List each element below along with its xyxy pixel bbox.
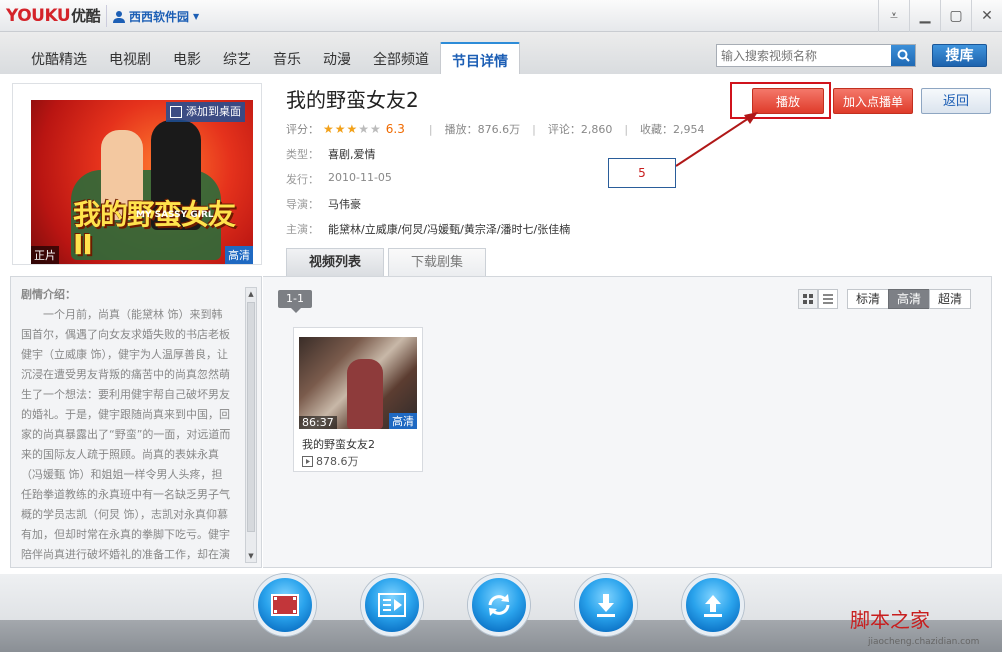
logo-text: YOUKU [6, 6, 71, 26]
quality-sd[interactable]: 标清 [847, 289, 890, 309]
menu-dropdown-button[interactable]: ⩡ [878, 0, 909, 32]
logo-cn: 优酷 [71, 7, 101, 25]
video-list-panel: 1-1 标清 高清 超清 86:37 高清 我的野蛮女友2 878.6万 [263, 276, 992, 568]
download-button[interactable] [575, 574, 637, 636]
search-button[interactable] [891, 45, 915, 66]
scroll-up-icon[interactable]: ▲ [246, 288, 256, 300]
youku-logo[interactable]: YOUKU优酷 [6, 5, 101, 26]
maximize-button[interactable]: ▢ [940, 0, 971, 32]
tab-anime[interactable]: 动漫 [312, 40, 362, 74]
soku-button[interactable]: 搜库 [932, 44, 987, 67]
upload-icon [704, 595, 722, 617]
user-name: 西西软件园 [129, 9, 190, 24]
tab-video-list[interactable]: 视频列表 [286, 248, 384, 276]
annotation-arrow [675, 112, 758, 167]
tab-program-detail[interactable]: 节目详情 [440, 42, 520, 76]
video-plays: 878.6万 [302, 453, 359, 469]
thumb-figure [347, 359, 383, 429]
video-thumbnail[interactable]: 86:37 高清 [299, 337, 417, 429]
tab-movie[interactable]: 电影 [162, 40, 212, 74]
nav-tabs: 优酷精选 电视剧 电影 综艺 音乐 动漫 全部频道 节目详情 [20, 40, 520, 76]
list-view-button[interactable] [818, 289, 838, 309]
download-icon [597, 594, 615, 617]
content-tabs: 视频列表 下载剧集 [286, 248, 486, 276]
step-callout: 5 [608, 158, 676, 188]
upload-button[interactable] [682, 574, 744, 636]
scroll-down-icon[interactable]: ▼ [246, 550, 256, 562]
view-toggle [798, 289, 838, 309]
playlist-button[interactable] [361, 574, 423, 636]
synopsis-scrollbar[interactable]: ▲ ▼ [245, 287, 257, 563]
user-menu[interactable]: 西西软件园 ▼ [106, 5, 205, 27]
menu-icon: ⩡ [890, 8, 898, 24]
list-icon [823, 294, 833, 304]
watermark: 脚本之家 [850, 608, 930, 632]
video-play-count: 878.6万 [316, 455, 359, 468]
search-box [716, 44, 916, 67]
video-title[interactable]: 我的野蛮女友2 [302, 436, 375, 452]
tab-tv[interactable]: 电视剧 [98, 40, 162, 74]
close-button[interactable]: ✕ [971, 0, 1002, 32]
quality-selector: 标清 高清 超清 [847, 289, 972, 309]
user-icon [113, 10, 125, 23]
watermark-url: jiaocheng.chazidian.com [868, 637, 980, 647]
film-library-button[interactable] [254, 574, 316, 636]
search-icon [897, 49, 910, 62]
tab-featured[interactable]: 优酷精选 [20, 40, 98, 74]
episode-range-badge[interactable]: 1-1 [278, 290, 312, 313]
refresh-icon [488, 594, 510, 616]
video-card[interactable]: 86:37 高清 我的野蛮女友2 878.6万 [293, 327, 423, 472]
close-icon: ✕ [981, 8, 993, 24]
tab-variety[interactable]: 综艺 [212, 40, 262, 74]
synopsis-label: 剧情介绍： [21, 288, 76, 301]
main-panel: 我的野蛮女友II MY SASSY GIRL 添加到桌面 正片 高清 我的野蛮女… [0, 74, 1002, 574]
maximize-icon: ▢ [949, 8, 963, 24]
synopsis-text: 一个月前，尚真（能黛林 饰）来到韩国首尔，偶遇了向女友求婚失败的书店老板健宇（立… [21, 308, 231, 561]
video-hd-badge: 高清 [389, 413, 417, 429]
tab-music[interactable]: 音乐 [262, 40, 312, 74]
search-input[interactable] [717, 45, 891, 66]
chevron-down-icon: ▼ [193, 11, 200, 21]
sync-button[interactable] [468, 574, 530, 636]
minimize-icon: ▁ [919, 8, 931, 24]
grid-view-button[interactable] [798, 289, 818, 309]
quality-uhd[interactable]: 超清 [929, 289, 972, 309]
minimize-button[interactable]: ▁ [909, 0, 940, 32]
scroll-thumb[interactable] [247, 302, 255, 532]
title-bar: YOUKU优酷 西西软件园 ▼ ⩡ ▁ ▢ ✕ [0, 0, 1002, 32]
tab-download-episodes[interactable]: 下载剧集 [388, 248, 486, 276]
play-count-icon [302, 455, 313, 467]
quality-hd[interactable]: 高清 [888, 289, 931, 309]
video-duration: 86:37 [299, 416, 337, 429]
tab-all-channels[interactable]: 全部频道 [362, 40, 440, 74]
synopsis-panel: 剧情介绍： 一个月前，尚真（能黛林 饰）来到韩国首尔，偶遇了向女友求婚失败的书店… [10, 276, 262, 568]
grid-icon [803, 294, 813, 304]
nav-bar: 优酷精选 电视剧 电影 综艺 音乐 动漫 全部频道 节目详情 搜库 [0, 32, 1002, 76]
playlist-icon [378, 593, 406, 617]
film-icon [271, 594, 299, 616]
